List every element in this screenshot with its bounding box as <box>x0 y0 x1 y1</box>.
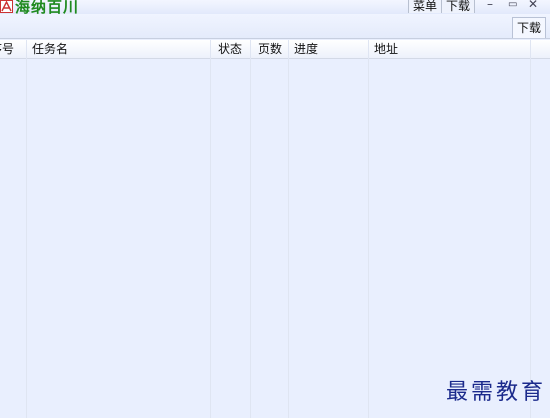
title-bar: 海纳百川 菜单 下载 – ▭ ✕ <box>0 0 550 16</box>
app-logo-icon <box>0 0 13 13</box>
table-header: 序号 任务名 状态 页数 进度 地址 <box>0 40 550 59</box>
column-header-status[interactable]: 状态 <box>218 40 250 58</box>
column-divider <box>26 40 27 418</box>
download-menu-button[interactable]: 下载 <box>442 0 476 13</box>
watermark: 最需教育 <box>445 380 546 405</box>
column-header-address[interactable]: 地址 <box>374 40 524 58</box>
column-header-progress[interactable]: 进度 <box>294 40 364 58</box>
column-divider <box>250 40 251 418</box>
column-divider <box>368 40 369 418</box>
column-divider <box>530 40 531 418</box>
column-header-pages[interactable]: 页数 <box>258 40 290 58</box>
tab-download[interactable]: 下载 <box>511 17 546 38</box>
column-divider <box>288 40 289 418</box>
close-icon[interactable]: ✕ <box>528 0 538 11</box>
menu-button[interactable]: 菜单 <box>408 0 443 13</box>
restore-icon[interactable]: ▭ <box>508 0 517 12</box>
column-divider <box>210 40 211 418</box>
toolbar: 下载 <box>0 14 550 39</box>
column-header-index[interactable]: 序号 <box>0 40 24 58</box>
minimize-icon[interactable]: – <box>487 0 493 11</box>
column-header-task-name[interactable]: 任务名 <box>32 40 202 58</box>
